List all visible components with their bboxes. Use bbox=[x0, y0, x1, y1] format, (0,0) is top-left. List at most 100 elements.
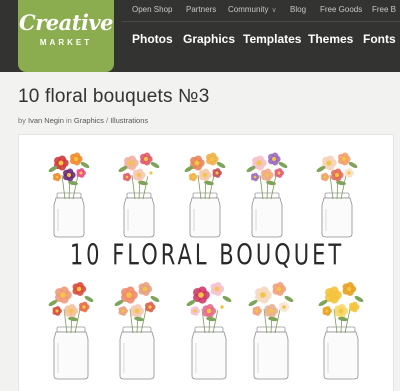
leaf bbox=[278, 161, 288, 169]
leaf bbox=[68, 316, 78, 322]
flower-center bbox=[255, 309, 259, 313]
author-link[interactable]: Ivan Negin bbox=[28, 116, 64, 125]
flower-center bbox=[346, 286, 352, 292]
flower-center bbox=[338, 308, 344, 314]
flower-center bbox=[76, 286, 82, 292]
flower-center bbox=[58, 160, 64, 166]
flower-center bbox=[136, 172, 142, 178]
logo-subtitle: MARKET bbox=[39, 38, 93, 47]
leaf bbox=[134, 316, 144, 322]
flower-center bbox=[194, 160, 200, 166]
byline-in: in bbox=[65, 116, 72, 125]
flower-center bbox=[142, 286, 148, 292]
flower-center bbox=[268, 308, 274, 314]
glass-jar bbox=[191, 331, 227, 380]
topnav-open-shop[interactable]: Open Shop bbox=[132, 5, 172, 14]
flower-center bbox=[220, 305, 224, 309]
glass-jar bbox=[189, 197, 221, 238]
flower-center bbox=[282, 305, 286, 309]
glass-jar bbox=[53, 331, 89, 380]
glass-jar bbox=[119, 331, 155, 380]
flower-stem bbox=[142, 174, 149, 200]
flower-center bbox=[143, 156, 149, 162]
leaf bbox=[206, 316, 216, 322]
flower-center bbox=[341, 156, 347, 162]
subcategory-link[interactable]: Illustrations bbox=[110, 116, 148, 125]
leaf bbox=[268, 316, 278, 322]
flower-center bbox=[352, 305, 356, 309]
flower-center bbox=[326, 160, 332, 166]
category-link[interactable]: Graphics bbox=[74, 116, 104, 125]
flower-center bbox=[209, 156, 215, 162]
flower-stem bbox=[340, 174, 347, 200]
flower-center bbox=[148, 305, 152, 309]
flower-center bbox=[55, 309, 59, 313]
leaf bbox=[216, 161, 226, 169]
nav-themes[interactable]: Themes bbox=[308, 32, 353, 46]
flower-center bbox=[323, 175, 327, 179]
nav-templates[interactable]: Templates bbox=[243, 32, 301, 46]
flower-stem bbox=[72, 174, 79, 200]
flower-stem bbox=[208, 174, 215, 200]
flower-center bbox=[256, 160, 262, 166]
glass-jar bbox=[251, 197, 283, 238]
flower-center bbox=[73, 156, 79, 162]
product-title: 10 floral bouquets №3 bbox=[18, 86, 210, 107]
nav-photos[interactable]: Photos bbox=[132, 32, 173, 46]
glass-jar bbox=[123, 197, 155, 238]
leaf bbox=[150, 161, 160, 169]
leaf bbox=[80, 161, 90, 169]
product-preview-image[interactable]: 10 FLORAL BOUQUET bbox=[18, 134, 394, 391]
flower-center bbox=[198, 292, 204, 298]
glass-jar bbox=[323, 331, 359, 380]
topnav-free-goods[interactable]: Free Goods bbox=[320, 5, 362, 14]
flower-center bbox=[82, 305, 86, 309]
flower-center bbox=[193, 309, 197, 313]
flower-center bbox=[79, 171, 83, 175]
flower-center bbox=[202, 172, 208, 178]
flower-center bbox=[134, 308, 140, 314]
byline-by: by bbox=[18, 116, 26, 125]
glass-jar bbox=[53, 197, 85, 238]
creative-market-logo[interactable]: Creative MARKET bbox=[18, 0, 114, 72]
flower-center bbox=[66, 172, 72, 178]
flower-center bbox=[253, 175, 257, 179]
flower-center bbox=[260, 292, 266, 298]
flower-center bbox=[276, 286, 282, 292]
flower-center bbox=[149, 171, 153, 175]
flower-center bbox=[215, 171, 219, 175]
flower-center bbox=[264, 172, 270, 178]
flower-stem bbox=[270, 174, 277, 200]
nav-graphics[interactable]: Graphics bbox=[183, 32, 235, 46]
flower-center bbox=[125, 175, 129, 179]
flower-center bbox=[347, 171, 351, 175]
product-byline: by Ivan Negin in Graphics / Illustration… bbox=[18, 116, 148, 125]
flower-center bbox=[121, 309, 125, 313]
flower-center bbox=[60, 292, 66, 298]
topnav-free-b[interactable]: Free B bbox=[372, 5, 396, 14]
topnav-community-label: Community bbox=[228, 5, 269, 14]
chevron-down-icon: ∨ bbox=[271, 7, 277, 14]
preview-banner-text: 10 FLORAL BOUQUET bbox=[69, 239, 345, 272]
site-header: Creative MARKET Open Shop Partners Commu… bbox=[0, 0, 400, 72]
nav-divider bbox=[122, 21, 400, 22]
leaf bbox=[338, 316, 348, 322]
byline-separator: / bbox=[106, 116, 109, 125]
flower-center bbox=[206, 308, 212, 314]
logo-wordmark: Creative bbox=[19, 10, 114, 35]
flower-center bbox=[55, 175, 59, 179]
flower-center bbox=[271, 156, 277, 162]
flower-center bbox=[330, 292, 336, 298]
topnav-blog[interactable]: Blog bbox=[290, 5, 306, 14]
flower-center bbox=[128, 160, 134, 166]
topnav-partners[interactable]: Partners bbox=[186, 5, 216, 14]
flower-center bbox=[334, 172, 340, 178]
leaf bbox=[348, 161, 358, 169]
flower-center bbox=[126, 292, 132, 298]
flower-center bbox=[214, 286, 220, 292]
topnav-community[interactable]: Community ∨ bbox=[228, 5, 277, 14]
glass-jar bbox=[321, 197, 353, 238]
nav-fonts[interactable]: Fonts bbox=[363, 32, 396, 46]
flower-center bbox=[325, 309, 329, 313]
flower-center bbox=[277, 171, 281, 175]
